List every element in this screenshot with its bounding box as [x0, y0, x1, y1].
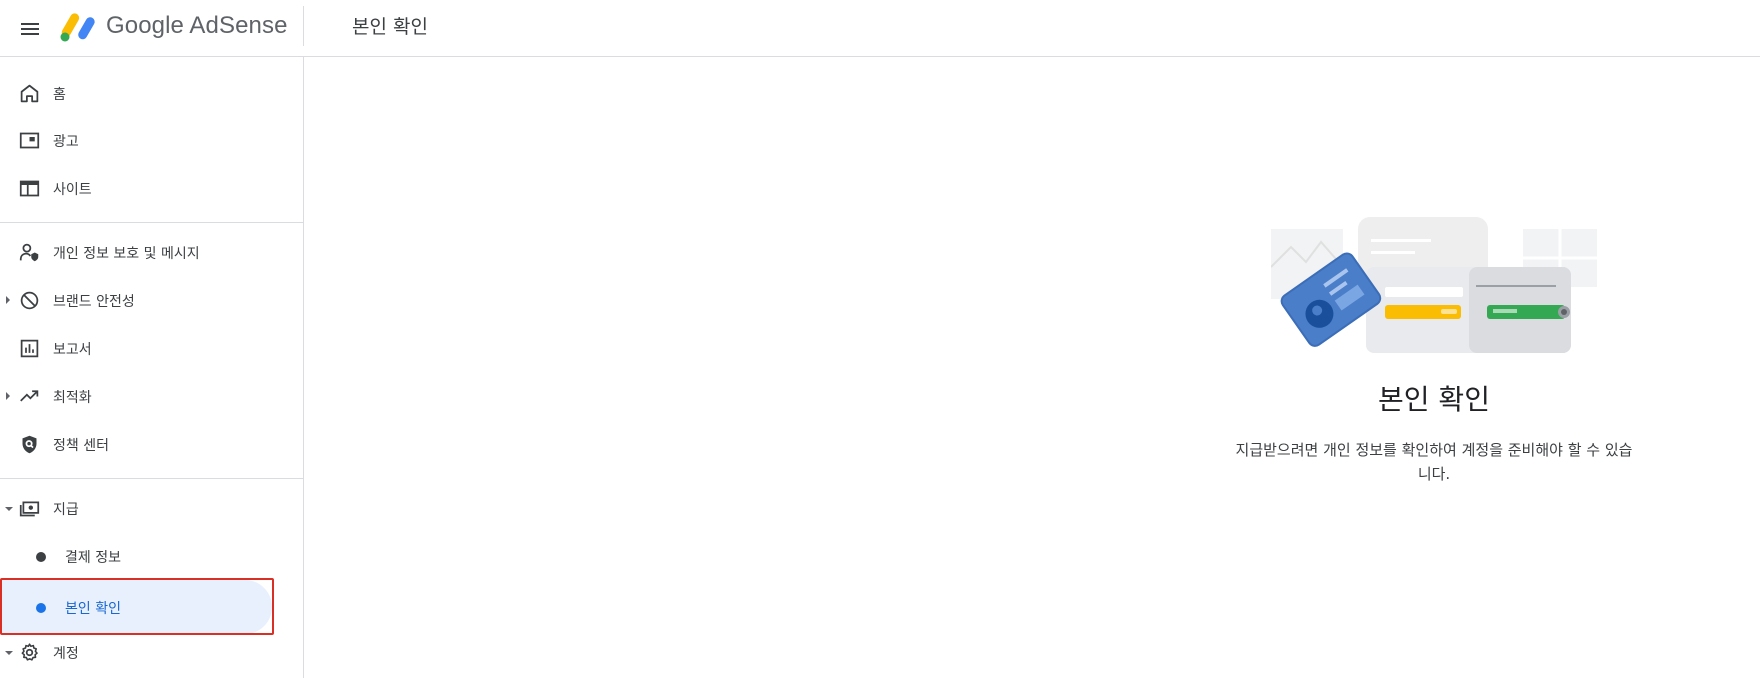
sidebar-item-reports[interactable]: 보고서	[0, 328, 304, 368]
payments-icon	[19, 498, 40, 519]
sidebar-item-home[interactable]: 홈	[0, 73, 304, 113]
sidebar-nav: 홈 광고 사이트 개인 정보 보호 및 메시지 브랜드 안전성 보고서 최적화 …	[0, 57, 304, 678]
ads-icon	[19, 130, 40, 151]
sidebar-item-brand-safety[interactable]: 브랜드 안전성	[0, 280, 304, 320]
sidebar-item-optimization[interactable]: 최적화	[0, 376, 304, 416]
privacy-messaging-icon	[19, 242, 40, 263]
reports-icon	[19, 338, 40, 359]
collapse-caret-icon[interactable]	[5, 507, 13, 511]
menu-icon[interactable]	[18, 17, 42, 41]
identity-wallet-illustration	[1270, 217, 1597, 363]
sidebar-divider	[0, 478, 303, 479]
sites-icon	[19, 178, 40, 199]
sidebar-item-label: 브랜드 안전성	[53, 294, 135, 310]
sidebar-subitem-label: 결제 정보	[65, 550, 121, 566]
sidebar-item-label: 사이트	[53, 182, 92, 198]
sidebar-subitem-label: 본인 확인	[65, 601, 121, 617]
sidebar-item-label: 광고	[53, 134, 79, 150]
main-description: 지급받으려면 개인 정보를 확인하여 계정을 준비해야 할 수 있습니다.	[1235, 441, 1633, 483]
bullet-icon	[36, 552, 46, 562]
gear-icon	[19, 642, 40, 663]
main-content: 본인 확인 지급받으려면 개인 정보를 확인하여 계정을 준비해야 할 수 있습…	[304, 57, 1760, 678]
sidebar-item-label: 계정	[53, 646, 79, 662]
page-title: 본인 확인	[352, 16, 428, 38]
logo-text[interactable]: Google AdSense	[106, 12, 288, 40]
adsense-logo-icon[interactable]	[60, 10, 98, 42]
sidebar-item-label: 최적화	[53, 390, 92, 406]
header-divider	[303, 6, 304, 46]
home-icon	[19, 83, 40, 104]
sidebar-item-ads[interactable]: 광고	[0, 120, 304, 160]
sidebar-item-label: 정책 센터	[53, 438, 109, 454]
sidebar-item-payments[interactable]: 지급	[0, 488, 304, 528]
sidebar-item-policy-center[interactable]: 정책 센터	[0, 424, 304, 464]
sidebar-item-sites[interactable]: 사이트	[0, 168, 304, 208]
sidebar-subitem-identity-verification[interactable]: 본인 확인	[0, 580, 304, 634]
expand-caret-icon[interactable]	[6, 392, 10, 400]
sidebar-item-label: 홈	[53, 87, 66, 103]
sidebar-subitem-payment-info[interactable]: 결제 정보	[0, 534, 304, 578]
sidebar-item-privacy-messaging[interactable]: 개인 정보 보호 및 메시지	[0, 232, 304, 272]
bullet-icon	[36, 603, 46, 613]
sidebar-item-account[interactable]: 계정	[0, 632, 304, 672]
sidebar-divider	[0, 222, 303, 223]
trending-icon	[19, 386, 40, 407]
main-heading: 본인 확인	[1378, 383, 1490, 416]
expand-caret-icon[interactable]	[6, 296, 10, 304]
top-app-bar: Google AdSense 본인 확인	[0, 0, 1760, 57]
collapse-caret-icon[interactable]	[5, 651, 13, 655]
block-icon	[19, 290, 40, 311]
sidebar-item-label: 보고서	[53, 342, 92, 358]
policy-shield-icon	[19, 434, 40, 455]
sidebar-item-label: 개인 정보 보호 및 메시지	[53, 246, 200, 262]
sidebar-item-label: 지급	[53, 502, 79, 518]
